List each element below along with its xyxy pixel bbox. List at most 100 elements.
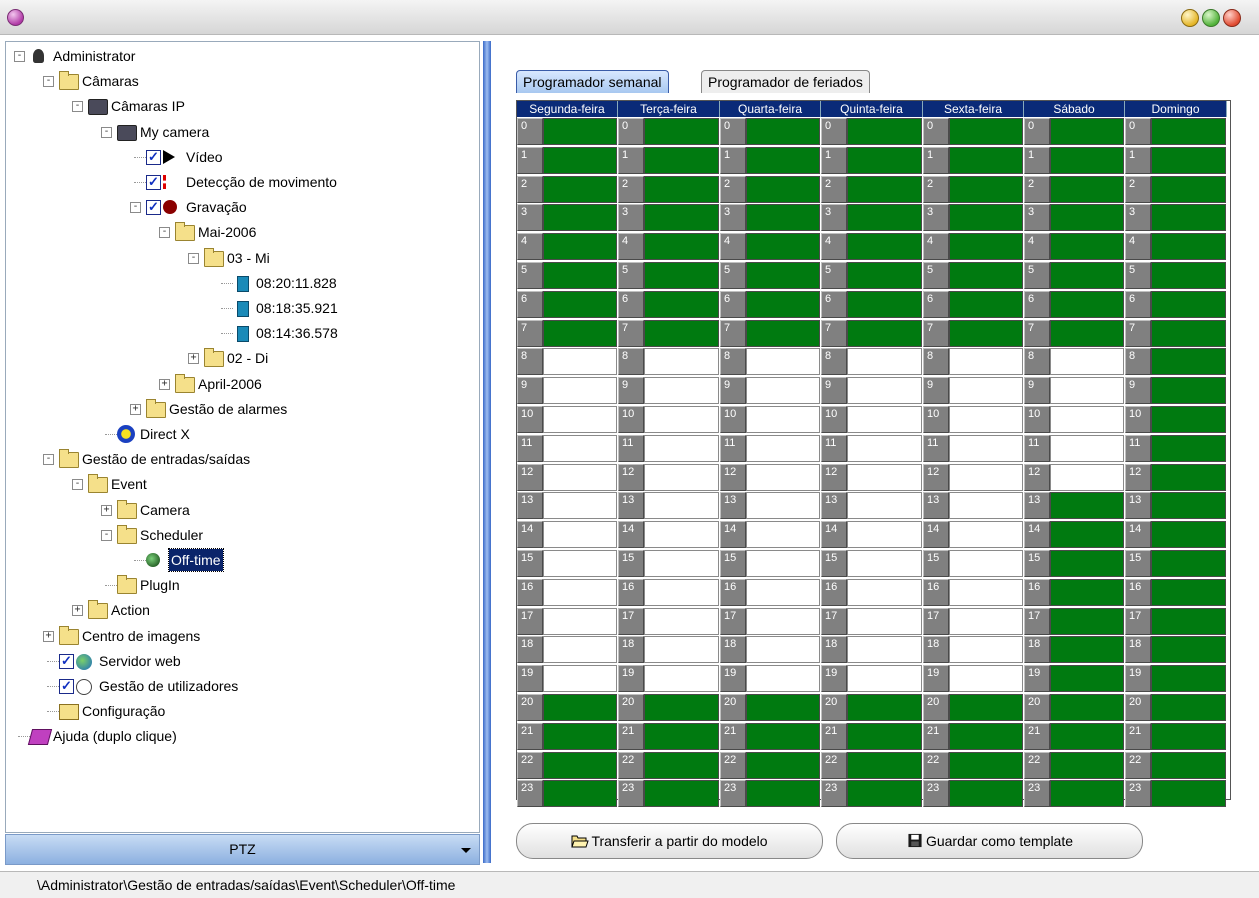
schedule-slot-active[interactable] [746, 319, 820, 347]
schedule-slot-active[interactable] [949, 290, 1023, 318]
tree-node[interactable]: - My camera [6, 121, 466, 143]
enabled-checkbox[interactable]: ✓ [146, 149, 161, 165]
schedule-slot-inactive[interactable] [847, 348, 922, 376]
tab-weekly-scheduler[interactable]: Programador semanal [516, 70, 669, 93]
schedule-slot-inactive[interactable] [543, 607, 617, 635]
tree-node[interactable]: - Administrator [6, 45, 466, 67]
app-menu-icon[interactable] [7, 9, 24, 26]
schedule-slot-inactive[interactable] [847, 636, 922, 664]
tree-node[interactable]: Configuração [6, 700, 466, 722]
schedule-slot-active[interactable] [949, 233, 1023, 261]
schedule-slot-active[interactable] [1151, 722, 1226, 750]
schedule-slot-active[interactable] [1050, 175, 1124, 203]
schedule-slot-active[interactable] [1050, 233, 1124, 261]
schedule-slot-active[interactable] [543, 175, 617, 203]
schedule-slot-inactive[interactable] [746, 406, 820, 433]
schedule-slot-active[interactable] [1151, 175, 1226, 203]
schedule-slot-inactive[interactable] [847, 406, 922, 433]
collapse-icon[interactable]: - [14, 51, 25, 62]
schedule-slot-active[interactable] [1050, 204, 1124, 232]
schedule-slot-active[interactable] [1050, 780, 1124, 808]
schedule-slot-active[interactable] [847, 146, 922, 174]
schedule-slot-inactive[interactable] [644, 377, 719, 405]
expand-icon[interactable]: + [72, 605, 83, 617]
schedule-slot-active[interactable] [1151, 290, 1226, 318]
schedule-slot-active[interactable] [1151, 780, 1226, 808]
schedule-slot-active[interactable] [746, 751, 820, 779]
maximize-button[interactable] [1202, 9, 1220, 27]
enabled-checkbox[interactable]: ✓ [146, 200, 161, 216]
schedule-slot-inactive[interactable] [949, 492, 1023, 520]
schedule-slot-active[interactable] [1151, 550, 1226, 577]
schedule-slot-active[interactable] [746, 694, 820, 721]
schedule-slot-active[interactable] [746, 780, 820, 808]
schedule-slot-inactive[interactable] [949, 578, 1023, 606]
schedule-slot-active[interactable] [1151, 204, 1226, 232]
schedule-slot-inactive[interactable] [746, 578, 820, 606]
tree-node[interactable]: - Câmaras [6, 70, 466, 92]
schedule-slot-active[interactable] [949, 780, 1023, 808]
tree-node[interactable]: + Camera [6, 499, 466, 521]
schedule-slot-active[interactable] [644, 290, 719, 318]
schedule-slot-active[interactable] [1050, 722, 1124, 750]
tree-node[interactable]: - Scheduler [6, 524, 466, 546]
schedule-slot-inactive[interactable] [543, 377, 617, 405]
schedule-slot-active[interactable] [543, 118, 617, 145]
tree-node[interactable]: 08:14:36.578 [6, 322, 466, 344]
schedule-slot-active[interactable] [847, 319, 922, 347]
schedule-slot-inactive[interactable] [543, 636, 617, 664]
schedule-slot-active[interactable] [949, 118, 1023, 145]
tree-node[interactable]: Ajuda (duplo clique) [6, 725, 466, 747]
schedule-slot-active[interactable] [543, 722, 617, 750]
schedule-slot-active[interactable] [847, 118, 922, 145]
expand-icon[interactable]: + [188, 353, 199, 365]
schedule-slot-inactive[interactable] [746, 636, 820, 664]
tree-node[interactable]: - Câmaras IP [6, 95, 466, 117]
schedule-slot-active[interactable] [1151, 233, 1226, 261]
schedule-slot-active[interactable] [847, 233, 922, 261]
collapse-icon[interactable]: - [72, 101, 83, 113]
schedule-slot-active[interactable] [847, 751, 922, 779]
schedule-slot-inactive[interactable] [543, 550, 617, 577]
schedule-slot-inactive[interactable] [847, 377, 922, 405]
schedule-slot-active[interactable] [644, 204, 719, 232]
schedule-slot-active[interactable] [847, 262, 922, 289]
schedule-slot-active[interactable] [543, 146, 617, 174]
tree-node[interactable]: - Gestão de entradas/saídas [6, 448, 466, 470]
schedule-slot-inactive[interactable] [949, 665, 1023, 693]
schedule-slot-active[interactable] [1050, 550, 1124, 577]
enabled-checkbox[interactable]: ✓ [59, 653, 74, 669]
schedule-slot-active[interactable] [1050, 290, 1124, 318]
tree-node[interactable]: - Mai-2006 [6, 221, 466, 243]
schedule-slot-inactive[interactable] [644, 607, 719, 635]
schedule-slot-inactive[interactable] [949, 434, 1023, 462]
tree-node[interactable]: ✓ Detecção de movimento [6, 171, 466, 193]
schedule-slot-inactive[interactable] [949, 348, 1023, 376]
schedule-slot-inactive[interactable] [1050, 434, 1124, 462]
schedule-slot-active[interactable] [949, 319, 1023, 347]
schedule-slot-active[interactable] [949, 204, 1023, 232]
schedule-slot-inactive[interactable] [1050, 348, 1124, 376]
tree-node[interactable]: - ✓ Gravação [6, 196, 466, 218]
schedule-slot-inactive[interactable] [644, 550, 719, 577]
schedule-slot-active[interactable] [949, 694, 1023, 721]
schedule-slot-active[interactable] [644, 146, 719, 174]
collapse-icon[interactable]: - [43, 454, 54, 466]
schedule-slot-inactive[interactable] [746, 665, 820, 693]
schedule-slot-inactive[interactable] [543, 406, 617, 433]
schedule-slot-inactive[interactable] [644, 665, 719, 693]
schedule-slot-active[interactable] [746, 262, 820, 289]
schedule-slot-inactive[interactable] [949, 521, 1023, 549]
minimize-button[interactable] [1181, 9, 1199, 27]
schedule-slot-active[interactable] [1151, 665, 1226, 693]
schedule-slot-active[interactable] [847, 780, 922, 808]
schedule-slot-inactive[interactable] [949, 636, 1023, 664]
schedule-slot-active[interactable] [1151, 377, 1226, 405]
save-as-template-button[interactable]: Guardar como template [836, 823, 1143, 859]
schedule-slot-active[interactable] [644, 780, 719, 808]
schedule-slot-inactive[interactable] [847, 521, 922, 549]
schedule-slot-active[interactable] [644, 118, 719, 145]
schedule-slot-active[interactable] [543, 319, 617, 347]
close-button[interactable] [1223, 9, 1241, 27]
schedule-slot-active[interactable] [949, 146, 1023, 174]
